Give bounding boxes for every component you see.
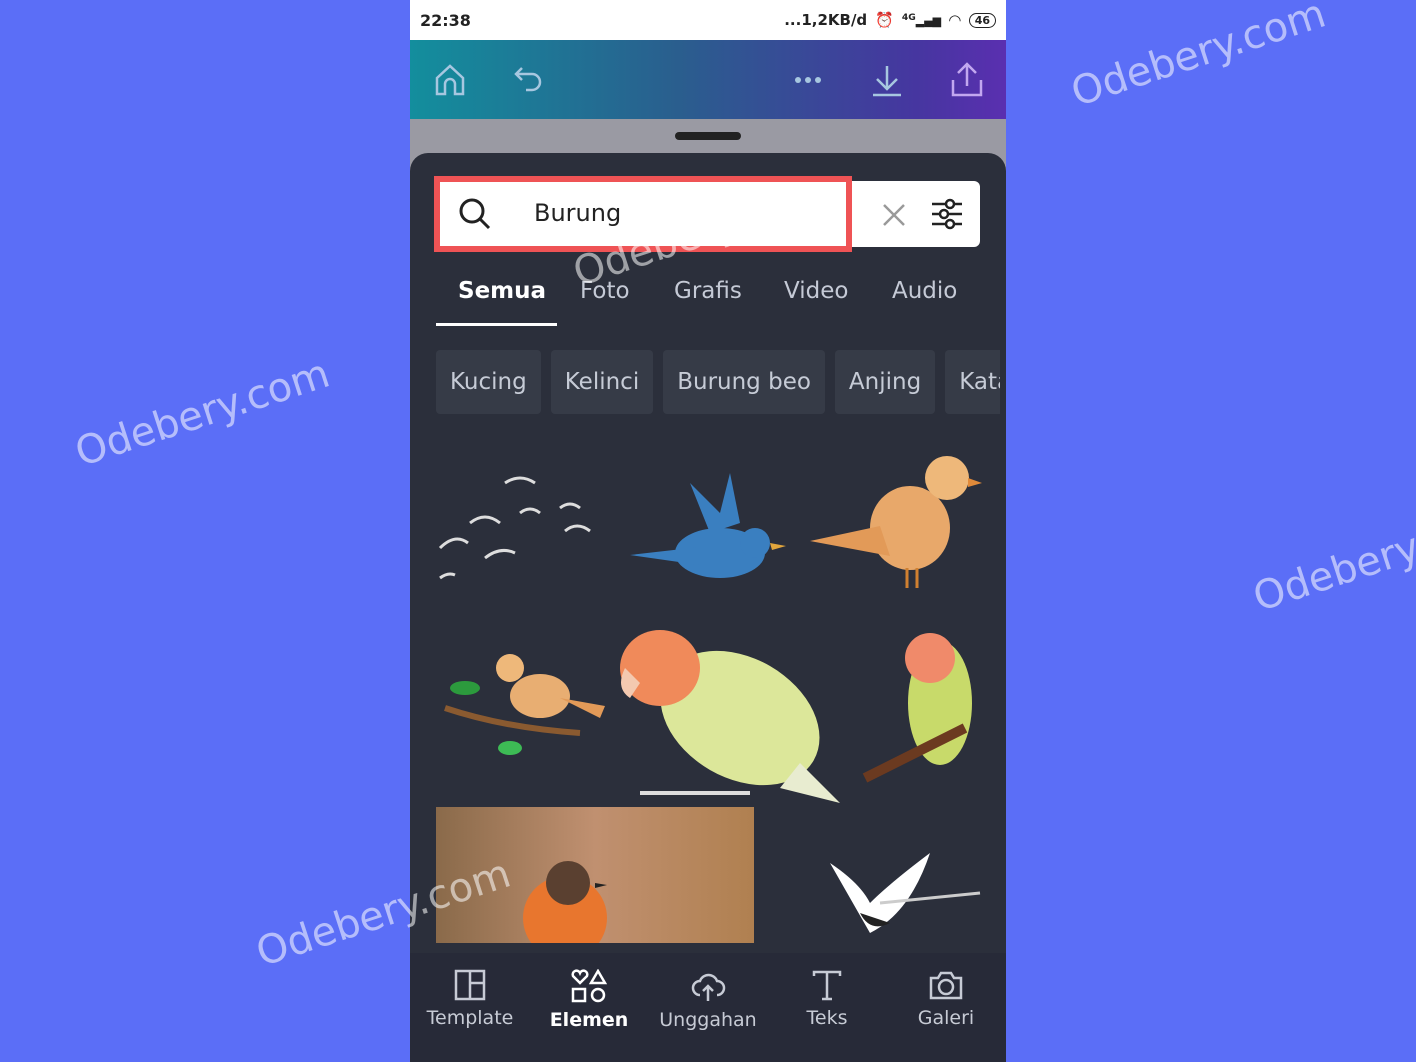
search-input[interactable]: Burung: [534, 199, 621, 227]
battery-icon: 46: [968, 12, 996, 28]
elements-panel: Burung Semua Foto Grafis Video Audio Kuc…: [410, 153, 1006, 1062]
alarm-icon: ⏰: [875, 11, 894, 29]
result-crane[interactable]: [830, 853, 981, 933]
wifi-icon: ◠: [949, 11, 961, 29]
chip-kucing[interactable]: Kucing: [436, 350, 541, 414]
chip-burung-beo[interactable]: Burung beo: [663, 350, 825, 414]
status-bar: 22:38 ...1,2KB/d ⏰ 4G▂▄▆ ◠ 46: [410, 0, 1006, 40]
result-flock-of-gulls[interactable]: [438, 476, 591, 580]
watermark: Odebery: [1247, 524, 1416, 621]
signal-icon: 4G▂▄▆: [901, 12, 942, 28]
result-lovebird-perched[interactable]: [862, 633, 972, 783]
undo-icon[interactable]: [512, 62, 548, 98]
result-blue-bird[interactable]: [630, 473, 786, 578]
clear-icon[interactable]: [882, 203, 906, 227]
chip-kelinci[interactable]: Kelinci: [550, 350, 654, 414]
search-icon: [459, 198, 491, 230]
share-icon[interactable]: [949, 62, 985, 98]
search-bar[interactable]: Burung: [434, 176, 980, 252]
nav-label: Elemen: [549, 1009, 629, 1031]
text-icon: [812, 970, 842, 1001]
chip-katak[interactable]: Katak: [945, 350, 1000, 414]
nav-label: Unggahan: [659, 1009, 757, 1031]
nav-elemen[interactable]: Elemen: [529, 969, 649, 1031]
active-tab-indicator: [436, 323, 557, 326]
category-tabs: Semua Foto Grafis Video Audio: [436, 278, 1006, 328]
watermark: Odebery.com: [1065, 0, 1332, 117]
results-grid: [436, 456, 982, 943]
clock: 22:38: [420, 10, 471, 30]
tab-audio[interactable]: Audio: [892, 278, 957, 304]
tab-semua[interactable]: Semua: [458, 278, 546, 304]
cloud-upload-icon: [691, 973, 726, 1001]
result-robin-photo[interactable]: [436, 807, 754, 943]
nav-label: Galeri: [917, 1007, 975, 1029]
nav-teks[interactable]: Teks: [767, 969, 887, 1029]
nav-label: Template: [426, 1007, 514, 1029]
editor-toolbar: [410, 40, 1006, 119]
camera-icon: [929, 971, 963, 1000]
bottom-nav: Template Elemen Unggahan Teks Galeri: [410, 953, 1006, 1062]
template-icon: [454, 969, 486, 1001]
tab-video[interactable]: Video: [784, 278, 848, 304]
tab-foto[interactable]: Foto: [580, 278, 630, 304]
network-speed: ...1,2KB/d: [784, 11, 868, 29]
result-orange-bird[interactable]: [810, 456, 982, 588]
nav-label: Teks: [806, 1007, 848, 1029]
elements-icon: [571, 969, 607, 1003]
search-highlight-box: [434, 176, 852, 252]
tab-grafis[interactable]: Grafis: [674, 278, 742, 304]
home-icon[interactable]: [432, 62, 468, 98]
download-icon[interactable]: [869, 62, 905, 98]
nav-galeri[interactable]: Galeri: [886, 969, 1006, 1029]
more-icon[interactable]: [790, 62, 826, 98]
result-bird-on-branch[interactable]: [444, 654, 605, 755]
suggestion-chips: KucingKelinciBurung beoAnjingKatak: [436, 350, 1000, 414]
nav-template[interactable]: Template: [410, 969, 530, 1029]
chip-anjing[interactable]: Anjing: [834, 350, 936, 414]
watermark: Odebery.com: [69, 350, 336, 476]
result-lovebird-large[interactable]: [620, 624, 844, 813]
filter-icon[interactable]: [930, 197, 964, 231]
drag-handle[interactable]: [675, 132, 741, 140]
phone-screen: 22:38 ...1,2KB/d ⏰ 4G▂▄▆ ◠ 46 Burung Sem…: [410, 0, 1006, 1062]
nav-unggahan[interactable]: Unggahan: [648, 969, 768, 1031]
